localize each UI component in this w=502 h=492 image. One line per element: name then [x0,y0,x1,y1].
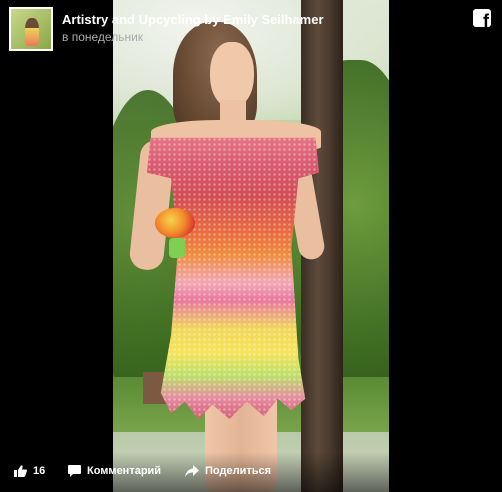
post-header: Artistry and Upcycling by Emily Seilhame… [0,0,502,56]
page-name-link[interactable]: Artistry and Upcycling by Emily Seilhame… [62,12,324,27]
share-button[interactable]: Поделиться [185,462,271,480]
page-avatar[interactable] [9,7,53,51]
facebook-post-embed: Artistry and Upcycling by Emily Seilhame… [0,0,502,492]
post-photo[interactable] [113,0,389,492]
facebook-icon[interactable]: f [473,9,491,31]
post-timestamp[interactable]: в понедельник [62,30,143,44]
photo-corsage [155,208,195,238]
comment-label: Комментарий [87,465,162,477]
photo-wristband [169,238,185,258]
like-count: 16 [33,465,46,477]
comment-icon [68,465,81,477]
like-button[interactable]: 16 [14,462,45,480]
thumbs-up-icon [14,465,27,477]
share-arrow-icon [185,465,199,477]
facebook-letter: f [483,11,489,31]
avatar-figure [25,18,39,46]
share-label: Поделиться [205,465,272,477]
comment-button[interactable]: Комментарий [68,462,161,480]
